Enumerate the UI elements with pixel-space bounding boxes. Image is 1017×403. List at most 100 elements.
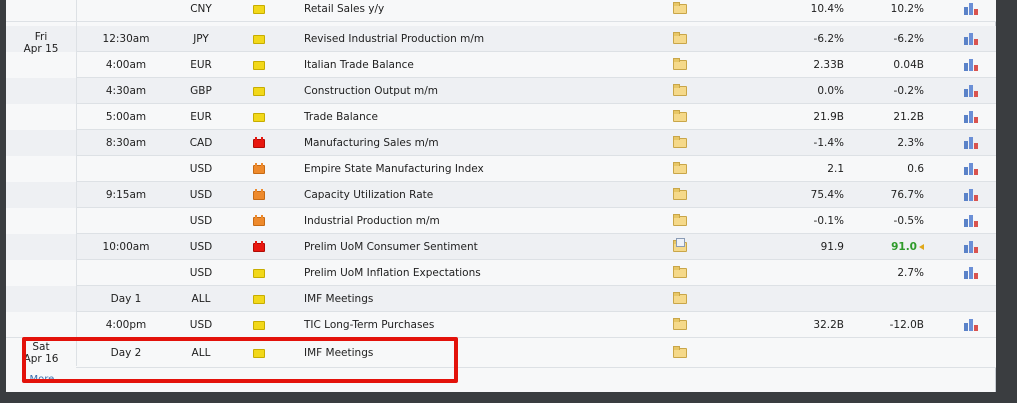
chart-cell[interactable] xyxy=(962,312,980,338)
table-row[interactable]: Day 2 ALL IMF Meetings xyxy=(6,338,996,368)
event-name-cell[interactable]: Industrial Production m/m xyxy=(304,208,664,234)
detail-cell[interactable] xyxy=(670,182,690,208)
more-link[interactable]: ⬇ More xyxy=(20,374,54,385)
actual-cell: 91.9 xyxy=(766,234,844,260)
chart-cell[interactable] xyxy=(962,104,980,130)
table-row[interactable]: 9:15am USD Capacity Utilization Rate 75.4% 7… xyxy=(6,182,996,208)
impact-icon xyxy=(253,34,265,44)
chart-cell[interactable] xyxy=(962,26,980,52)
folder-icon[interactable] xyxy=(673,318,687,330)
detail-cell[interactable] xyxy=(670,78,690,104)
detail-cell[interactable] xyxy=(670,286,690,312)
chart-cell[interactable] xyxy=(962,78,980,104)
detail-cell[interactable] xyxy=(670,104,690,130)
folder-icon[interactable] xyxy=(673,188,687,200)
actual-cell xyxy=(766,338,844,368)
folder-icon[interactable] xyxy=(673,84,687,96)
table-row[interactable]: Day 1 ALL IMF Meetings xyxy=(6,286,996,312)
folder-icon[interactable] xyxy=(673,266,687,278)
event-name-cell[interactable]: Capacity Utilization Rate xyxy=(304,182,664,208)
calendar-table: CNY Retail Sales y/y 10.4% 10.2% 12:30am JPY R… xyxy=(6,0,996,368)
detail-cell[interactable] xyxy=(670,312,690,338)
chart-cell[interactable] xyxy=(962,52,980,78)
event-name-cell[interactable]: Retail Sales y/y xyxy=(304,0,664,22)
detail-cell[interactable] xyxy=(670,130,690,156)
detail-cell[interactable] xyxy=(670,0,690,22)
detail-cell[interactable] xyxy=(670,260,690,286)
impact-icon xyxy=(253,112,265,122)
event-name-cell[interactable]: Empire State Manufacturing Index xyxy=(304,156,664,182)
bar-chart-icon[interactable] xyxy=(964,33,978,45)
folder-icon[interactable] xyxy=(673,58,687,70)
bar-chart-icon[interactable] xyxy=(964,215,978,227)
folder-icon[interactable] xyxy=(673,2,687,14)
folder-icon[interactable] xyxy=(673,292,687,304)
event-name-cell[interactable]: IMF Meetings xyxy=(304,338,664,368)
event-name-cell[interactable]: IMF Meetings xyxy=(304,286,664,312)
impact-cell xyxy=(251,312,267,338)
event-name-cell[interactable]: Prelim UoM Consumer Sentiment xyxy=(304,234,664,260)
bar-chart-icon[interactable] xyxy=(964,111,978,123)
bar-chart-icon[interactable] xyxy=(964,319,978,331)
event-name-cell[interactable]: Manufacturing Sales m/m xyxy=(304,130,664,156)
chart-cell[interactable] xyxy=(962,156,980,182)
bar-chart-icon[interactable] xyxy=(964,163,978,175)
revision-marker-icon xyxy=(919,244,924,250)
detail-cell[interactable] xyxy=(670,234,690,260)
folder-icon[interactable] xyxy=(673,162,687,174)
event-name: Empire State Manufacturing Index xyxy=(304,163,484,175)
detail-cell[interactable] xyxy=(670,338,690,368)
currency-code: ALL xyxy=(191,293,211,305)
table-row[interactable]: USD Industrial Production m/m -0.1% -0.5% xyxy=(6,208,996,234)
time-cell: 9:15am xyxy=(76,182,176,208)
event-name-cell[interactable]: Construction Output m/m xyxy=(304,78,664,104)
chart-cell[interactable] xyxy=(962,234,980,260)
more-label: More xyxy=(29,374,55,385)
table-row[interactable]: 4:30am GBP Construction Output m/m 0.0% -0.2… xyxy=(6,78,996,104)
event-time: 4:00am xyxy=(105,59,147,71)
folder-icon[interactable] xyxy=(673,136,687,148)
chart-cell[interactable] xyxy=(962,130,980,156)
table-row[interactable]: 12:30am JPY Revised Industrial Production … xyxy=(6,26,996,52)
table-row[interactable]: 10:00am USD Prelim UoM Consumer Sentiment 9… xyxy=(6,234,996,260)
event-name-cell[interactable]: Trade Balance xyxy=(304,104,664,130)
row-separator xyxy=(76,367,996,368)
document-icon[interactable] xyxy=(673,238,687,252)
chart-cell[interactable] xyxy=(962,0,980,22)
folder-icon[interactable] xyxy=(673,32,687,44)
event-name-cell[interactable]: Revised Industrial Production m/m xyxy=(304,26,664,52)
bar-chart-icon[interactable] xyxy=(964,137,978,149)
bar-chart-icon[interactable] xyxy=(964,3,978,15)
table-row[interactable]: CNY Retail Sales y/y 10.4% 10.2% xyxy=(6,0,996,22)
detail-cell[interactable] xyxy=(670,26,690,52)
chart-cell[interactable] xyxy=(962,208,980,234)
table-row[interactable]: USD Prelim UoM Inflation Expectations 2.7% xyxy=(6,260,996,286)
table-row[interactable]: 4:00pm USD TIC Long-Term Purchases 32.2B -12… xyxy=(6,312,996,338)
detail-cell[interactable] xyxy=(670,156,690,182)
impact-icon xyxy=(253,136,265,148)
bar-chart-icon[interactable] xyxy=(964,85,978,97)
bar-chart-icon[interactable] xyxy=(964,59,978,71)
chart-cell[interactable] xyxy=(962,182,980,208)
row-separator xyxy=(6,21,996,22)
time-cell: Day 2 xyxy=(76,338,176,368)
previous-cell xyxy=(844,286,924,312)
bar-chart-icon[interactable] xyxy=(964,189,978,201)
table-row[interactable]: USD Empire State Manufacturing Index 2.1 0.… xyxy=(6,156,996,182)
chart-cell[interactable] xyxy=(962,260,980,286)
previous-value: 2.3% xyxy=(897,137,924,149)
bar-chart-icon[interactable] xyxy=(964,241,978,253)
detail-cell[interactable] xyxy=(670,208,690,234)
event-name-cell[interactable]: TIC Long-Term Purchases xyxy=(304,312,664,338)
table-row[interactable]: 8:30am CAD Manufacturing Sales m/m -1.4% 2.3… xyxy=(6,130,996,156)
detail-cell[interactable] xyxy=(670,52,690,78)
event-time: Day 1 xyxy=(110,293,142,305)
bar-chart-icon[interactable] xyxy=(964,267,978,279)
folder-icon[interactable] xyxy=(673,346,687,358)
event-name-cell[interactable]: Italian Trade Balance xyxy=(304,52,664,78)
table-row[interactable]: 4:00am EUR Italian Trade Balance 2.33B 0.04B xyxy=(6,52,996,78)
table-row[interactable]: 5:00am EUR Trade Balance 21.9B 21.2B xyxy=(6,104,996,130)
folder-icon[interactable] xyxy=(673,110,687,122)
event-name-cell[interactable]: Prelim UoM Inflation Expectations xyxy=(304,260,664,286)
folder-icon[interactable] xyxy=(673,214,687,226)
